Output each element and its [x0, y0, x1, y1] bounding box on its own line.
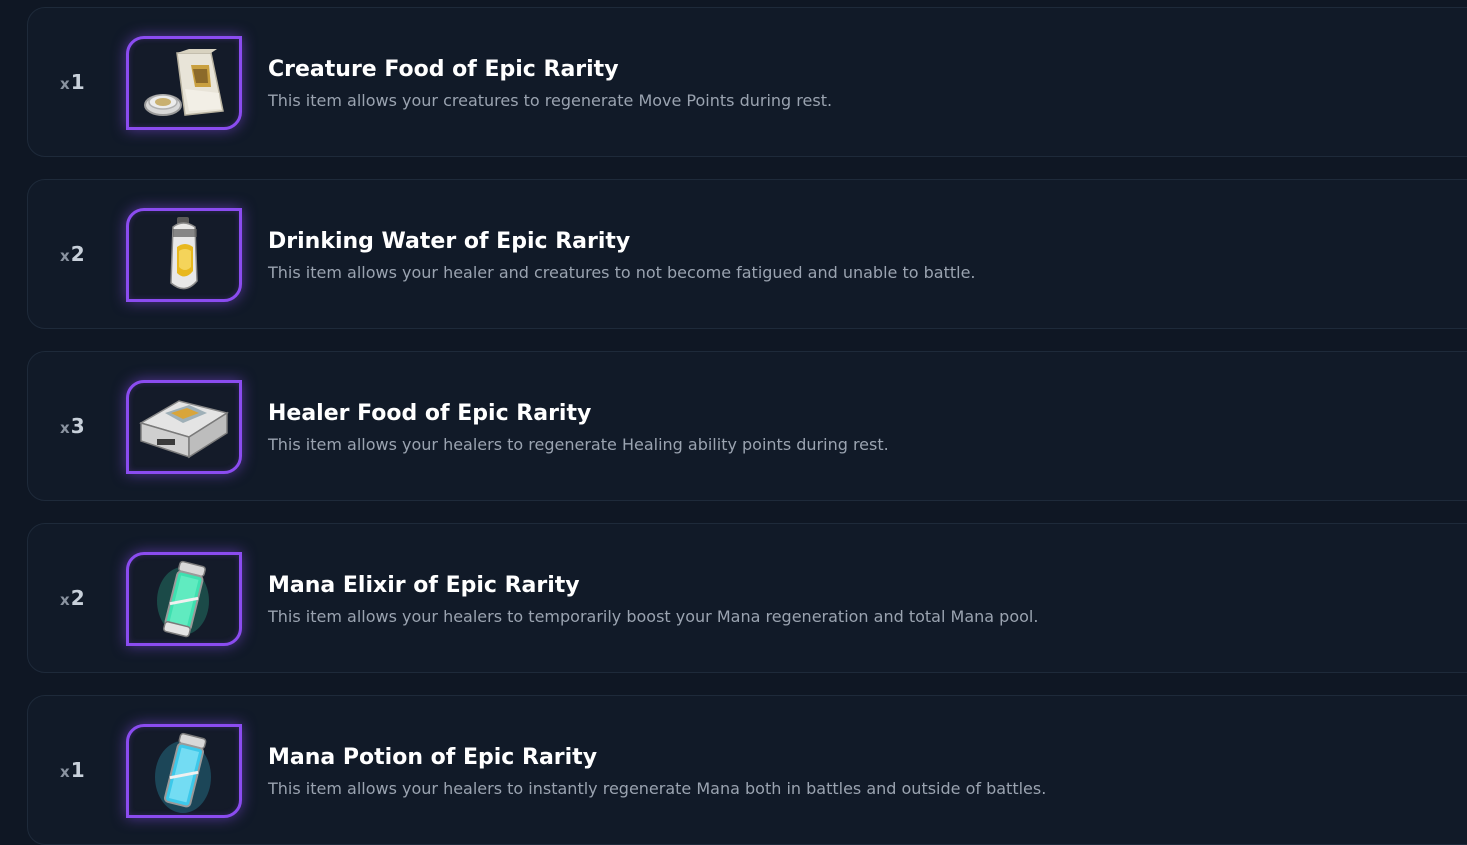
quantity-value: 2 [70, 586, 85, 610]
item-card-drinking-water[interactable]: x2 Drinking Water of Epic Rarity This it… [27, 179, 1467, 329]
item-quantity: x3 [60, 414, 100, 440]
item-card-healer-food[interactable]: x3 Healer Food of Epic Rarity This item … [27, 351, 1467, 501]
quantity-value: 3 [70, 414, 85, 438]
item-title: Creature Food of Epic Rarity [268, 57, 619, 82]
quantity-value: 1 [70, 758, 85, 782]
item-description: This item allows your healers to regener… [268, 435, 889, 454]
quantity-value: 2 [70, 242, 85, 266]
item-description: This item allows your creatures to regen… [268, 91, 833, 110]
item-title: Mana Elixir of Epic Rarity [268, 573, 580, 598]
water-bottle-icon [126, 208, 242, 302]
item-description: This item allows your healers to instant… [268, 779, 1047, 798]
item-description: This item allows your healer and creatur… [268, 263, 976, 282]
item-description: This item allows your healers to tempora… [268, 607, 1039, 626]
quantity-prefix: x [60, 75, 70, 93]
food-bag-icon [126, 36, 242, 130]
item-title: Mana Potion of Epic Rarity [268, 745, 598, 770]
quantity-prefix: x [60, 247, 70, 265]
food-case-icon [126, 380, 242, 474]
quantity-prefix: x [60, 591, 70, 609]
quantity-prefix: x [60, 763, 70, 781]
item-quantity: x2 [60, 242, 100, 268]
quantity-prefix: x [60, 419, 70, 437]
item-card-mana-elixir[interactable]: x2 Mana Elixir of Epic Rarity This item … [27, 523, 1467, 673]
potion-canister-icon [126, 724, 242, 818]
item-card-creature-food[interactable]: x1 Creature Food of Epic Rarity This ite… [27, 7, 1467, 157]
item-title: Drinking Water of Epic Rarity [268, 229, 631, 254]
item-quantity: x1 [60, 758, 100, 784]
item-card-mana-potion[interactable]: x1 Mana Potion of Epic Rarity This item … [27, 695, 1467, 845]
item-quantity: x2 [60, 586, 100, 612]
item-quantity: x1 [60, 70, 100, 96]
item-title: Healer Food of Epic Rarity [268, 401, 592, 426]
inventory-list: x1 Creature Food of Epic Rarity This ite… [0, 0, 1467, 845]
elixir-canister-icon [126, 552, 242, 646]
quantity-value: 1 [70, 70, 85, 94]
